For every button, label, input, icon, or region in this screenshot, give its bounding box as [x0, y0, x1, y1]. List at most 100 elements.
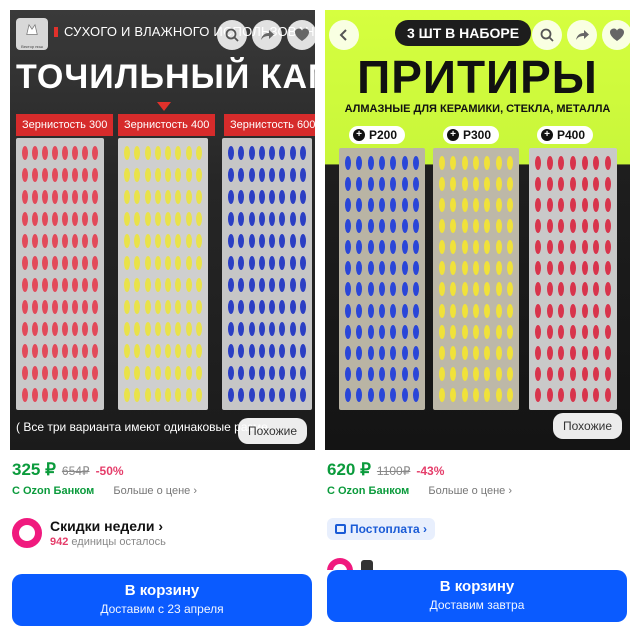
diamond-slot	[356, 261, 363, 276]
diamond-slot	[165, 344, 172, 358]
diamond-slot	[154, 388, 161, 402]
diamond-slot	[22, 344, 28, 358]
postpay-badge[interactable]: Постоплата ›	[327, 518, 435, 540]
back-chevron-icon[interactable]	[329, 20, 359, 50]
diamond-slot	[92, 256, 98, 270]
share-icon[interactable]	[252, 20, 282, 50]
diamond-slot	[62, 168, 68, 182]
diamond-slot	[569, 177, 576, 192]
diamond-slot	[367, 261, 374, 276]
search-icon[interactable]	[532, 20, 562, 50]
diamond-slot	[593, 261, 600, 276]
diamond-slot	[439, 240, 445, 255]
diamond-slot	[390, 240, 397, 255]
diamond-slot	[604, 198, 611, 213]
diamond-slot	[258, 190, 265, 204]
diamond-slot	[22, 366, 28, 380]
diamond-slot	[461, 366, 468, 381]
add-to-cart-button-left[interactable]: В корзину Доставим с 23 апреля	[12, 574, 312, 626]
price: 620 ₽	[327, 460, 371, 479]
diamond-slot	[356, 177, 363, 192]
diamond-slot	[581, 324, 588, 339]
diamond-slot	[378, 240, 385, 255]
product-card-left[interactable]: Вектор ниш СУХОГО И ВЛАЖНОГО ИСПОЛЬЗОВАН…	[10, 10, 315, 630]
diamond-slot	[228, 344, 234, 358]
favorite-heart-icon[interactable]	[602, 20, 630, 50]
diamond-slot	[356, 282, 363, 297]
product-image-right[interactable]: 3 ШТ В НАБОРЕ ПРИТИРЫ АЛМАЗНЫЕ ДЛЯ КЕРАМ…	[325, 10, 630, 450]
diamond-slot	[185, 168, 192, 182]
product-card-right[interactable]: 3 ШТ В НАБОРЕ ПРИТИРЫ АЛМАЗНЫЕ ДЛЯ КЕРАМ…	[325, 10, 630, 630]
diamond-slot	[495, 324, 502, 339]
diamond-slot	[367, 366, 374, 381]
diamond-slot	[228, 190, 234, 204]
add-to-cart-button-right[interactable]: В корзину Доставим завтра	[327, 570, 627, 622]
diamond-slot	[558, 198, 565, 213]
weekly-deals-promo[interactable]: Скидки недели › 942 единицы осталось	[12, 518, 166, 548]
diamond-slot	[279, 168, 286, 182]
diamond-slot	[32, 322, 38, 336]
diamond-slot	[472, 345, 479, 360]
diamond-slot	[124, 322, 130, 336]
diamond-slot	[289, 190, 296, 204]
diamond-slot	[461, 282, 468, 297]
diamond-slot	[506, 282, 513, 297]
diamond-slot	[289, 278, 296, 292]
diamond-slot	[461, 324, 468, 339]
share-icon[interactable]	[567, 20, 597, 50]
diamond-slot	[165, 234, 172, 248]
product-image-left[interactable]: Вектор ниш СУХОГО И ВЛАЖНОГО ИСПОЛЬЗОВАН…	[10, 10, 315, 450]
similar-button-left[interactable]: Похожие	[238, 418, 307, 444]
diamond-slot	[269, 168, 276, 182]
diamond-slot	[401, 198, 408, 213]
diamond-slot	[42, 344, 48, 358]
diamond-slot	[72, 212, 78, 226]
diamond-slot	[535, 177, 541, 192]
diamond-slot	[378, 198, 385, 213]
diamond-slot	[72, 344, 78, 358]
diamond-slot	[144, 256, 151, 270]
diamond-slot	[546, 387, 553, 402]
diamond-slot	[144, 146, 151, 160]
more-about-price-link[interactable]: Больше о цене ›	[428, 485, 512, 497]
diamond-slot	[22, 300, 28, 314]
diamond-slot	[535, 198, 541, 213]
diamond-slot	[269, 344, 276, 358]
diamond-slot	[495, 198, 502, 213]
diamond-slot	[593, 156, 600, 170]
diamond-slot	[401, 261, 408, 276]
diamond-slot	[546, 303, 553, 318]
diamond-slot	[506, 324, 513, 339]
calendar-icon	[335, 524, 346, 534]
diamond-slot	[439, 387, 445, 402]
cart-label: В корзину	[439, 578, 515, 595]
diamond-slot	[258, 388, 265, 402]
diamond-slot	[62, 234, 68, 248]
diamond-slot	[154, 300, 161, 314]
diamond-slot	[356, 303, 363, 318]
diamond-slot	[144, 388, 151, 402]
diamond-slot	[165, 322, 172, 336]
grit-label-600: Зернистость 600	[224, 114, 315, 136]
diamond-slot	[134, 322, 141, 336]
diamond-slot	[412, 387, 419, 402]
search-icon[interactable]	[217, 20, 247, 50]
stone-300	[16, 138, 104, 410]
favorite-heart-icon[interactable]	[287, 20, 315, 50]
diamond-slot	[535, 303, 541, 318]
diamond-slot	[92, 234, 98, 248]
diamond-slot	[32, 146, 38, 160]
more-about-price-link[interactable]: Больше о цене ›	[113, 485, 197, 497]
diamond-slot	[345, 177, 351, 192]
diamond-slot	[439, 324, 445, 339]
diamond-slot	[604, 303, 611, 318]
diamond-slot	[82, 344, 88, 358]
diamond-slot	[195, 168, 202, 182]
diamond-slot	[195, 300, 202, 314]
similar-button-right[interactable]: Похожие	[553, 413, 622, 439]
diamond-slot	[289, 388, 296, 402]
diamond-slot	[32, 212, 38, 226]
diamond-slot	[248, 344, 255, 358]
diamond-slot	[72, 300, 78, 314]
diamond-slot	[439, 177, 445, 192]
